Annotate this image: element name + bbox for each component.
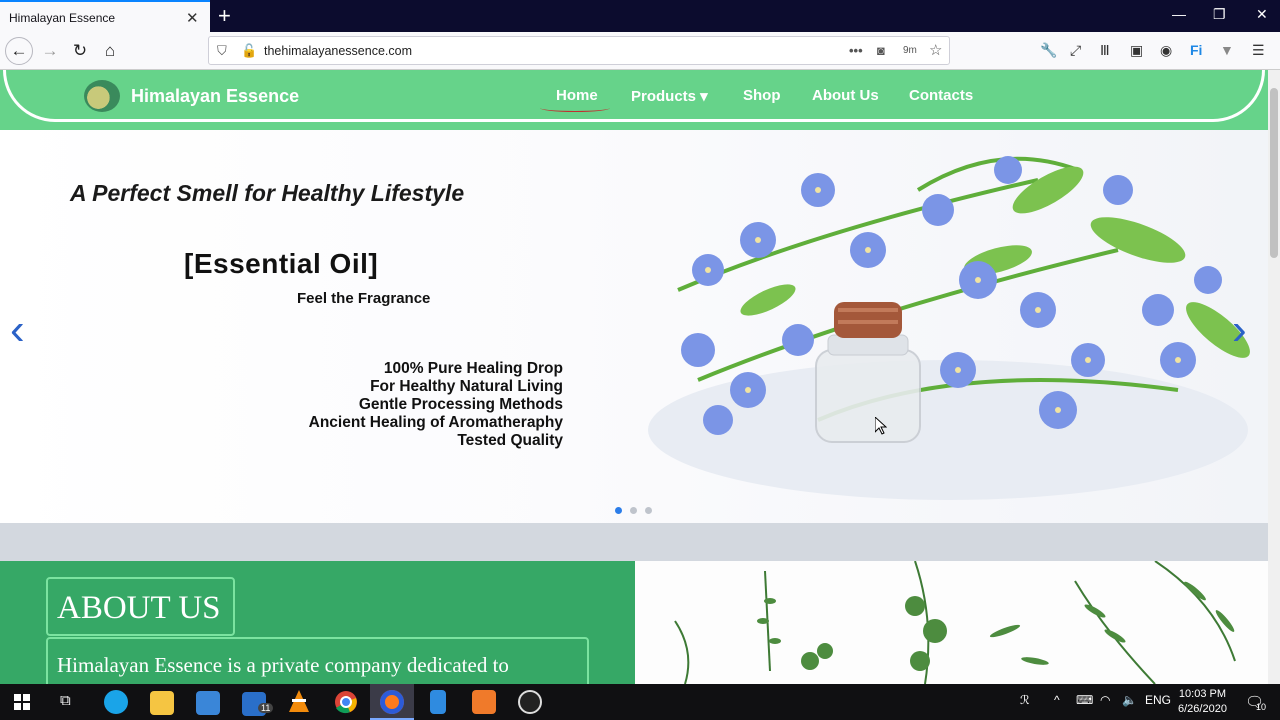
back-arrow-icon[interactable]: ← [5,37,33,65]
clock[interactable]: 10:03 PM 6/26/2020 [1178,687,1227,717]
insecure-lock-icon[interactable]: 🔓 [241,43,257,59]
tab-close-icon[interactable]: ✕ [186,9,199,27]
shield-icon[interactable]: ⛉ [217,43,227,59]
edge-icon[interactable] [104,690,128,714]
new-tab-icon[interactable]: + [218,3,231,29]
hero-feature: Ancient Healing of Aromatheraphy [308,414,563,431]
windows-start-icon[interactable] [14,694,30,710]
carousel-next-icon[interactable]: › [1232,305,1247,355]
mail-badge: 11 [258,703,274,713]
logo-icon[interactable] [84,80,120,112]
sidebar-icon[interactable]: ▣ [1130,42,1143,59]
restore-icon[interactable]: ❐ [1213,6,1226,23]
carousel-prev-icon[interactable]: ‹ [10,305,25,355]
xampp-icon[interactable] [472,690,496,714]
hero-feature: 100% Pure Healing Drop [383,360,563,377]
carousel-indicators [615,501,660,519]
clock-date: 6/26/2020 [1178,703,1227,715]
window-close-icon[interactable]: ✕ [1256,6,1268,23]
tray-overflow-icon[interactable]: ^ [1054,693,1060,707]
wrench-icon[interactable]: 🔧 [1040,42,1057,59]
hero-tagline: Feel the Fragrance [297,290,431,307]
people-icon[interactable]: ℛ [1020,693,1030,707]
store-icon[interactable] [196,691,220,715]
clock-time: 10:03 PM [1178,688,1227,700]
volume-icon[interactable]: 🔈 [1122,693,1137,707]
tab-title: Himalayan Essence [9,11,116,25]
url-bar[interactable]: ⛉ 🔓 thehimalayanessence.com ••• ◙ 9m ☆ [208,36,950,65]
extension-icon[interactable]: Fi [1190,42,1202,58]
hero-feature-list: 100% Pure Healing Drop For Healthy Natur… [309,360,563,450]
hero-product-title: [Essential Oil] [184,248,379,279]
flowers-image [648,156,1250,500]
reload-icon[interactable]: ↻ [66,37,94,65]
file-explorer-icon[interactable] [150,691,174,715]
nav-about-us[interactable]: About Us [812,87,879,104]
carousel-dot[interactable] [615,507,622,514]
hero-feature: Tested Quality [457,432,563,449]
account-icon[interactable]: ◉ [1160,42,1172,59]
pocket-icon[interactable]: ◙ [877,43,885,58]
forward-arrow-icon[interactable]: → [36,37,64,65]
task-view-icon[interactable]: ⧉ [60,692,71,709]
language-indicator[interactable]: ENG [1145,693,1171,707]
notification-badge: 10 [1256,702,1267,712]
hero-headline: A Perfect Smell for Healthy Lifestyle [70,180,465,206]
herbs-illustration [674,561,1236,684]
keyboard-icon[interactable]: ⌨ [1076,693,1093,707]
vlc-icon[interactable] [288,690,310,714]
library-icon[interactable]: Ⅲ [1100,42,1110,59]
nav-contacts[interactable]: Contacts [909,87,973,104]
home-icon[interactable]: ⌂ [96,37,124,65]
minimize-icon[interactable]: — [1172,6,1186,22]
nav-home-underline [540,104,610,112]
chrome-icon[interactable] [334,690,358,714]
about-title: ABOUT US [57,590,221,626]
nav-shop[interactable]: Shop [743,87,781,104]
carousel-dot[interactable] [630,507,637,514]
bookmark-star-icon[interactable]: ☆ [929,41,942,59]
hero-feature: For Healthy Natural Living [370,378,563,395]
browser-navbar: ← → ↻ ⌂ ⛉ 🔓 thehimalayanessence.com ••• … [0,32,1280,70]
menu-icon[interactable]: ☰ [1252,42,1265,59]
nav-products[interactable]: Products ▾ [631,87,708,105]
nav-home[interactable]: Home [556,87,598,104]
hero-carousel: A Perfect Smell for Healthy Lifestyle [E… [0,130,1268,523]
phone-app-icon[interactable] [430,690,446,714]
carousel-dot[interactable] [645,507,652,514]
scrollbar-thumb[interactable] [1270,88,1278,258]
mouse-cursor-icon [875,417,887,435]
firefox-icon[interactable] [380,690,404,714]
wifi-icon[interactable]: ◠ [1100,693,1110,707]
page-actions-icon[interactable]: ••• [849,43,863,58]
fullscreen-icon[interactable]: ⤢ [1070,42,1081,59]
hero-feature: Gentle Processing Methods [358,396,563,413]
extension-v-icon[interactable]: ▼ [1220,42,1234,58]
url-text[interactable]: thehimalayanessence.com [264,44,412,58]
section-divider [0,523,1268,561]
herbs-image [635,561,1268,684]
brand-name[interactable]: Himalayan Essence [131,86,299,107]
about-text: Himalayan Essence is a private company d… [57,653,509,677]
obs-icon[interactable] [518,690,542,714]
browser-tab[interactable]: Himalayan Essence ✕ [0,0,210,32]
addon-badge[interactable]: 9m [903,45,917,56]
